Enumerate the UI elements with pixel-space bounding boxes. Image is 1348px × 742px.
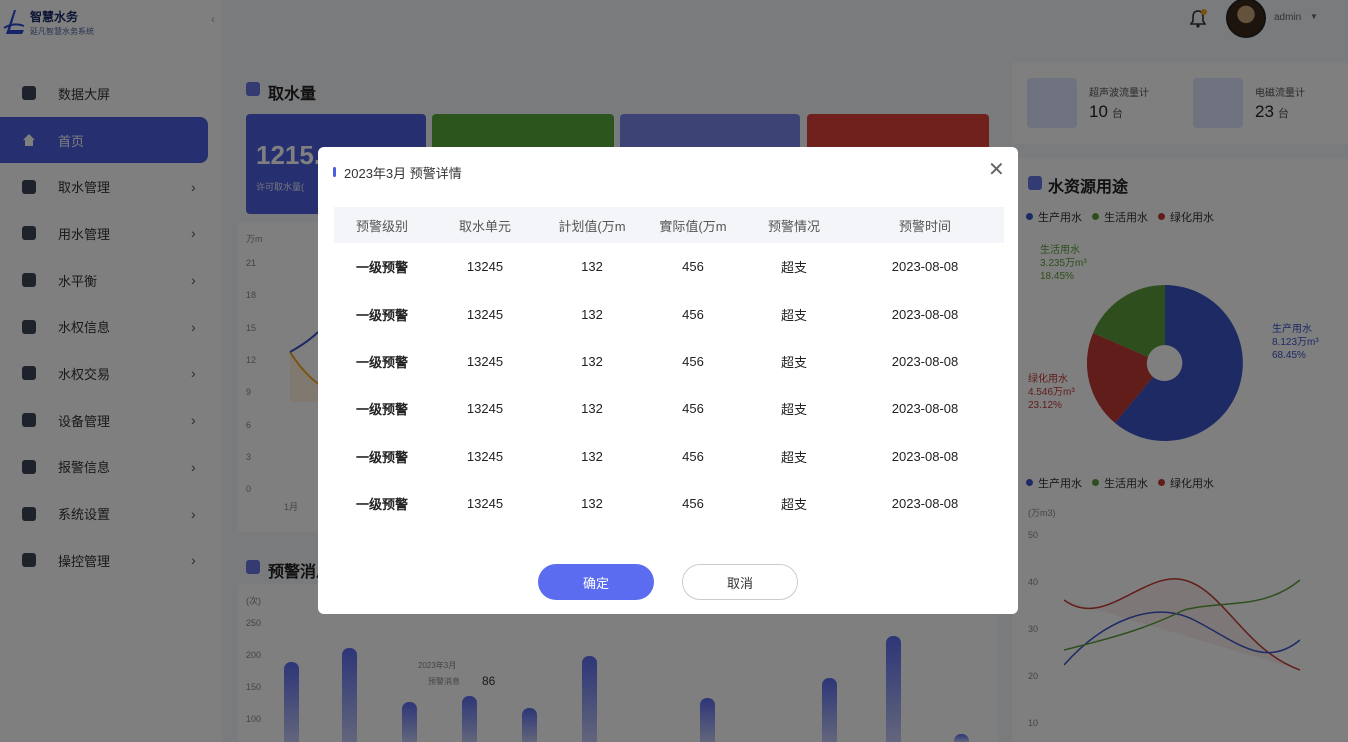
table-cell: 13245	[466, 306, 504, 322]
table-row: 一级预警 13245 132 456 超支 2023-08-08	[334, 385, 1004, 432]
table-cell: 一级预警	[355, 307, 408, 323]
table-cell: 13245	[466, 353, 504, 369]
table-cell: 超支	[780, 260, 807, 276]
column-header: 取水单元	[430, 207, 540, 243]
table-cell: 456	[682, 448, 704, 464]
column-header: 预警时间	[846, 207, 1004, 243]
table-cell: 2023-08-08	[891, 353, 959, 369]
table-cell: 456	[682, 306, 704, 322]
table-cell: 超支	[780, 307, 807, 323]
table-cell: 13245	[466, 448, 504, 464]
table-cell: 超支	[780, 354, 807, 370]
table-cell: 456	[682, 401, 704, 417]
table-cell: 456	[682, 496, 704, 512]
table-cell: 一级预警	[355, 260, 408, 276]
table-cell: 一级预警	[355, 354, 408, 370]
table-cell: 13245	[466, 496, 504, 512]
modal-title: 2023年3月 预警详情	[344, 166, 462, 181]
table-cell: 一级预警	[355, 402, 408, 418]
table-cell: 2023-08-08	[891, 448, 959, 464]
column-header: 预警级别	[334, 207, 430, 243]
table-cell: 132	[581, 401, 603, 417]
title-accent-bar	[333, 167, 336, 177]
table-cell: 132	[581, 353, 603, 369]
table-row: 一级预警 13245 132 456 超支 2023-08-08	[334, 433, 1004, 480]
warning-detail-modal: 2023年3月 预警详情 ✕ 预警级别 取水单元 計划值(万m 實际值(万m 预警情况预…	[318, 147, 1018, 614]
table-row: 一级预警 13245 132 456 超支 2023-08-08	[334, 243, 1004, 290]
column-header: 预警情况	[742, 207, 846, 243]
table-header-row: 预警级别 取水单元 計划值(万m 實际值(万m 预警情况 预警时间	[334, 207, 1004, 243]
column-header: 計划值(万m	[540, 207, 644, 243]
table-cell: 13245	[466, 259, 504, 275]
table-cell: 132	[581, 259, 603, 275]
table-cell: 13245	[466, 401, 504, 417]
table-cell: 一级预警	[355, 497, 408, 513]
table-cell: 一级预警	[355, 449, 408, 465]
table-body: 一级预警 13245 132 456 超支 2023-08-08 一级预警 13245 132 4…	[334, 243, 1004, 527]
warning-table: 预警级别 取水单元 計划值(万m 實际值(万m 预警情况 预警时间 一级预警 13245 13…	[334, 207, 1004, 527]
table-row: 一级预警 13245 132 456 超支 2023-08-08	[334, 290, 1004, 337]
table-cell: 2023-08-08	[891, 496, 959, 512]
confirm-button[interactable]: 确定	[538, 564, 654, 600]
table-row: 一级预警 13245 132 456 超支 2023-08-08	[334, 338, 1004, 385]
table-cell: 2023-08-08	[891, 401, 959, 417]
table-cell: 456	[682, 353, 704, 369]
table-cell: 456	[682, 259, 704, 275]
column-header: 實际值(万m	[644, 207, 742, 243]
table-cell: 132	[581, 306, 603, 322]
table-cell: 超支	[780, 449, 807, 465]
close-icon[interactable]: ✕	[988, 160, 1005, 180]
table-row: 一级预警 13245 132 456 超支 2023-08-08	[334, 480, 1004, 527]
table-cell: 2023-08-08	[891, 259, 959, 275]
table-cell: 132	[581, 496, 603, 512]
table-cell: 2023-08-08	[891, 306, 959, 322]
table-cell: 超支	[780, 402, 807, 418]
cancel-button[interactable]: 取消	[682, 564, 798, 600]
table-cell: 132	[581, 448, 603, 464]
table-cell: 超支	[780, 497, 807, 513]
